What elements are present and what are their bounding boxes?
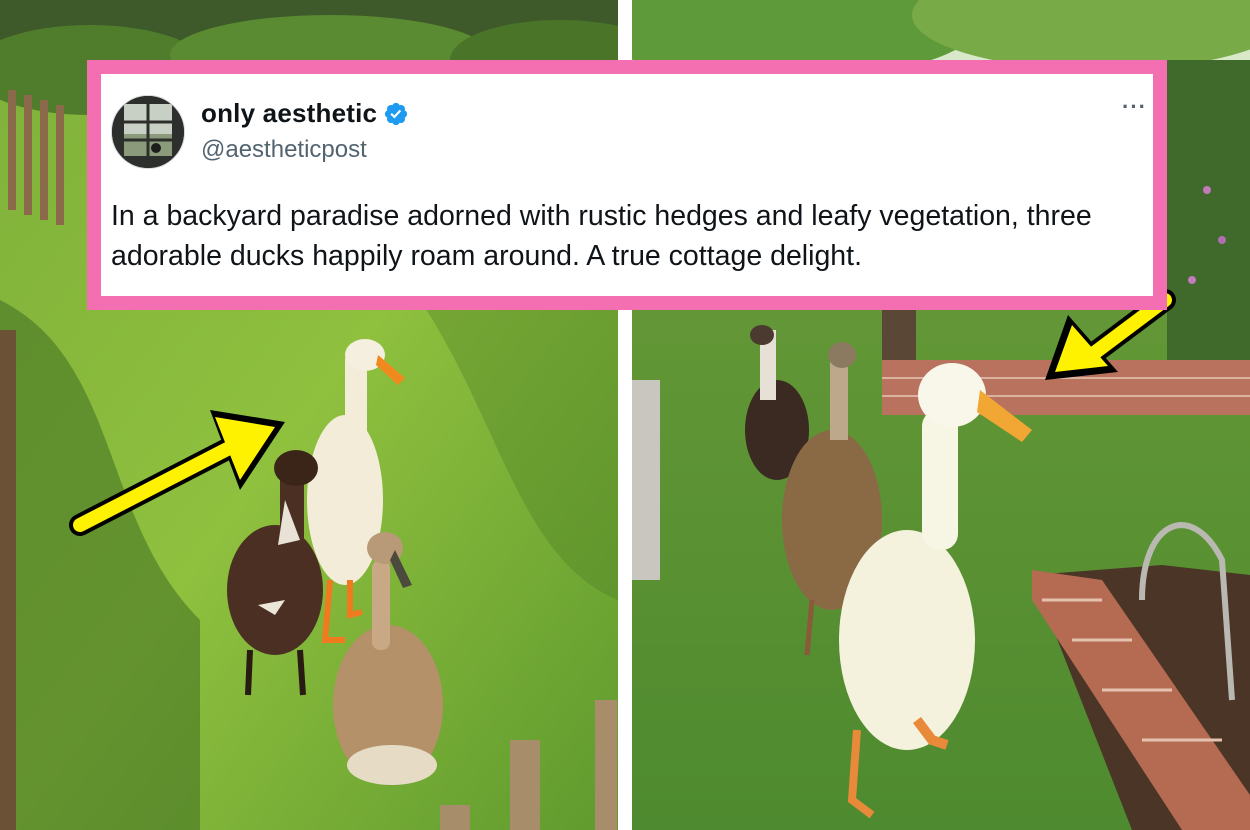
verified-badge-icon [385, 102, 408, 125]
user-handle[interactable]: @aestheticpost [201, 136, 367, 164]
display-name[interactable]: only aesthetic [201, 98, 377, 129]
tweet-text: In a backyard paradise adorned with rust… [111, 200, 1092, 272]
window-scene-avatar-icon [112, 96, 184, 168]
more-options-icon[interactable]: ··· [1122, 96, 1147, 118]
tweet-card: only aesthetic @aestheticpost ··· In a b… [87, 60, 1167, 310]
avatar[interactable] [111, 95, 185, 169]
